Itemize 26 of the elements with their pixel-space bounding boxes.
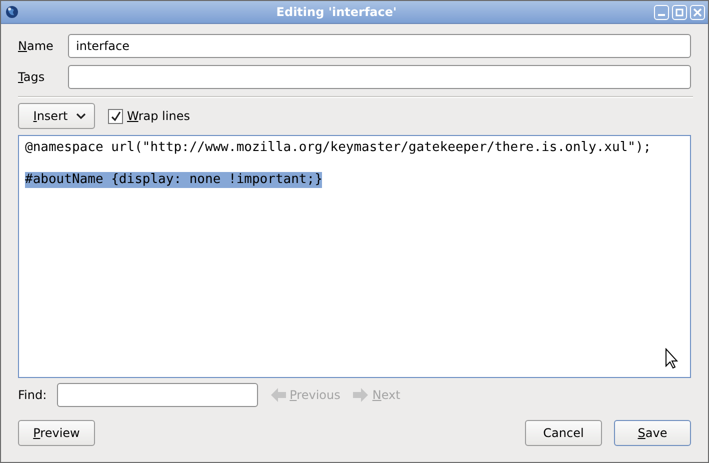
insert-dropdown[interactable]: Insert [18,103,95,129]
mouse-pointer-icon [665,348,678,369]
cancel-button[interactable]: Cancel [525,420,602,446]
minimize-icon [658,14,665,16]
code-line: @namespace url("http://www.mozilla.org/keymaster/gatekeeper/there.is.only.xul"); [25,140,652,156]
maximize-icon [675,8,684,16]
save-button[interactable]: Save [614,420,691,446]
close-button[interactable] [690,4,705,20]
checkbox-label: Wrap lines [127,109,190,123]
text-field[interactable]: interface [68,34,691,58]
globe-icon [5,5,19,19]
chevron-icon [76,112,86,120]
minimize-button[interactable] [654,4,669,20]
find-label: Find: [18,388,47,402]
field-label: Name [18,39,54,53]
wrap-checkbox[interactable] [108,108,123,124]
window-title: Editing 'interface' [275,5,398,19]
close-icon [693,8,702,16]
find-field[interactable] [56,383,258,407]
code-editor[interactable]: @namespace url("http://www.mozilla.org/keymaster/gatekeeper/there.is.only.xul"); #aboutName {display: none !important;} [18,135,691,378]
field-label: Tags [18,70,46,84]
maximize-button[interactable] [672,4,687,20]
preview-button[interactable]: Preview [18,420,95,446]
right-arrow-icon [352,388,370,402]
left-arrow-icon [270,388,287,402]
text-field[interactable] [68,65,691,89]
